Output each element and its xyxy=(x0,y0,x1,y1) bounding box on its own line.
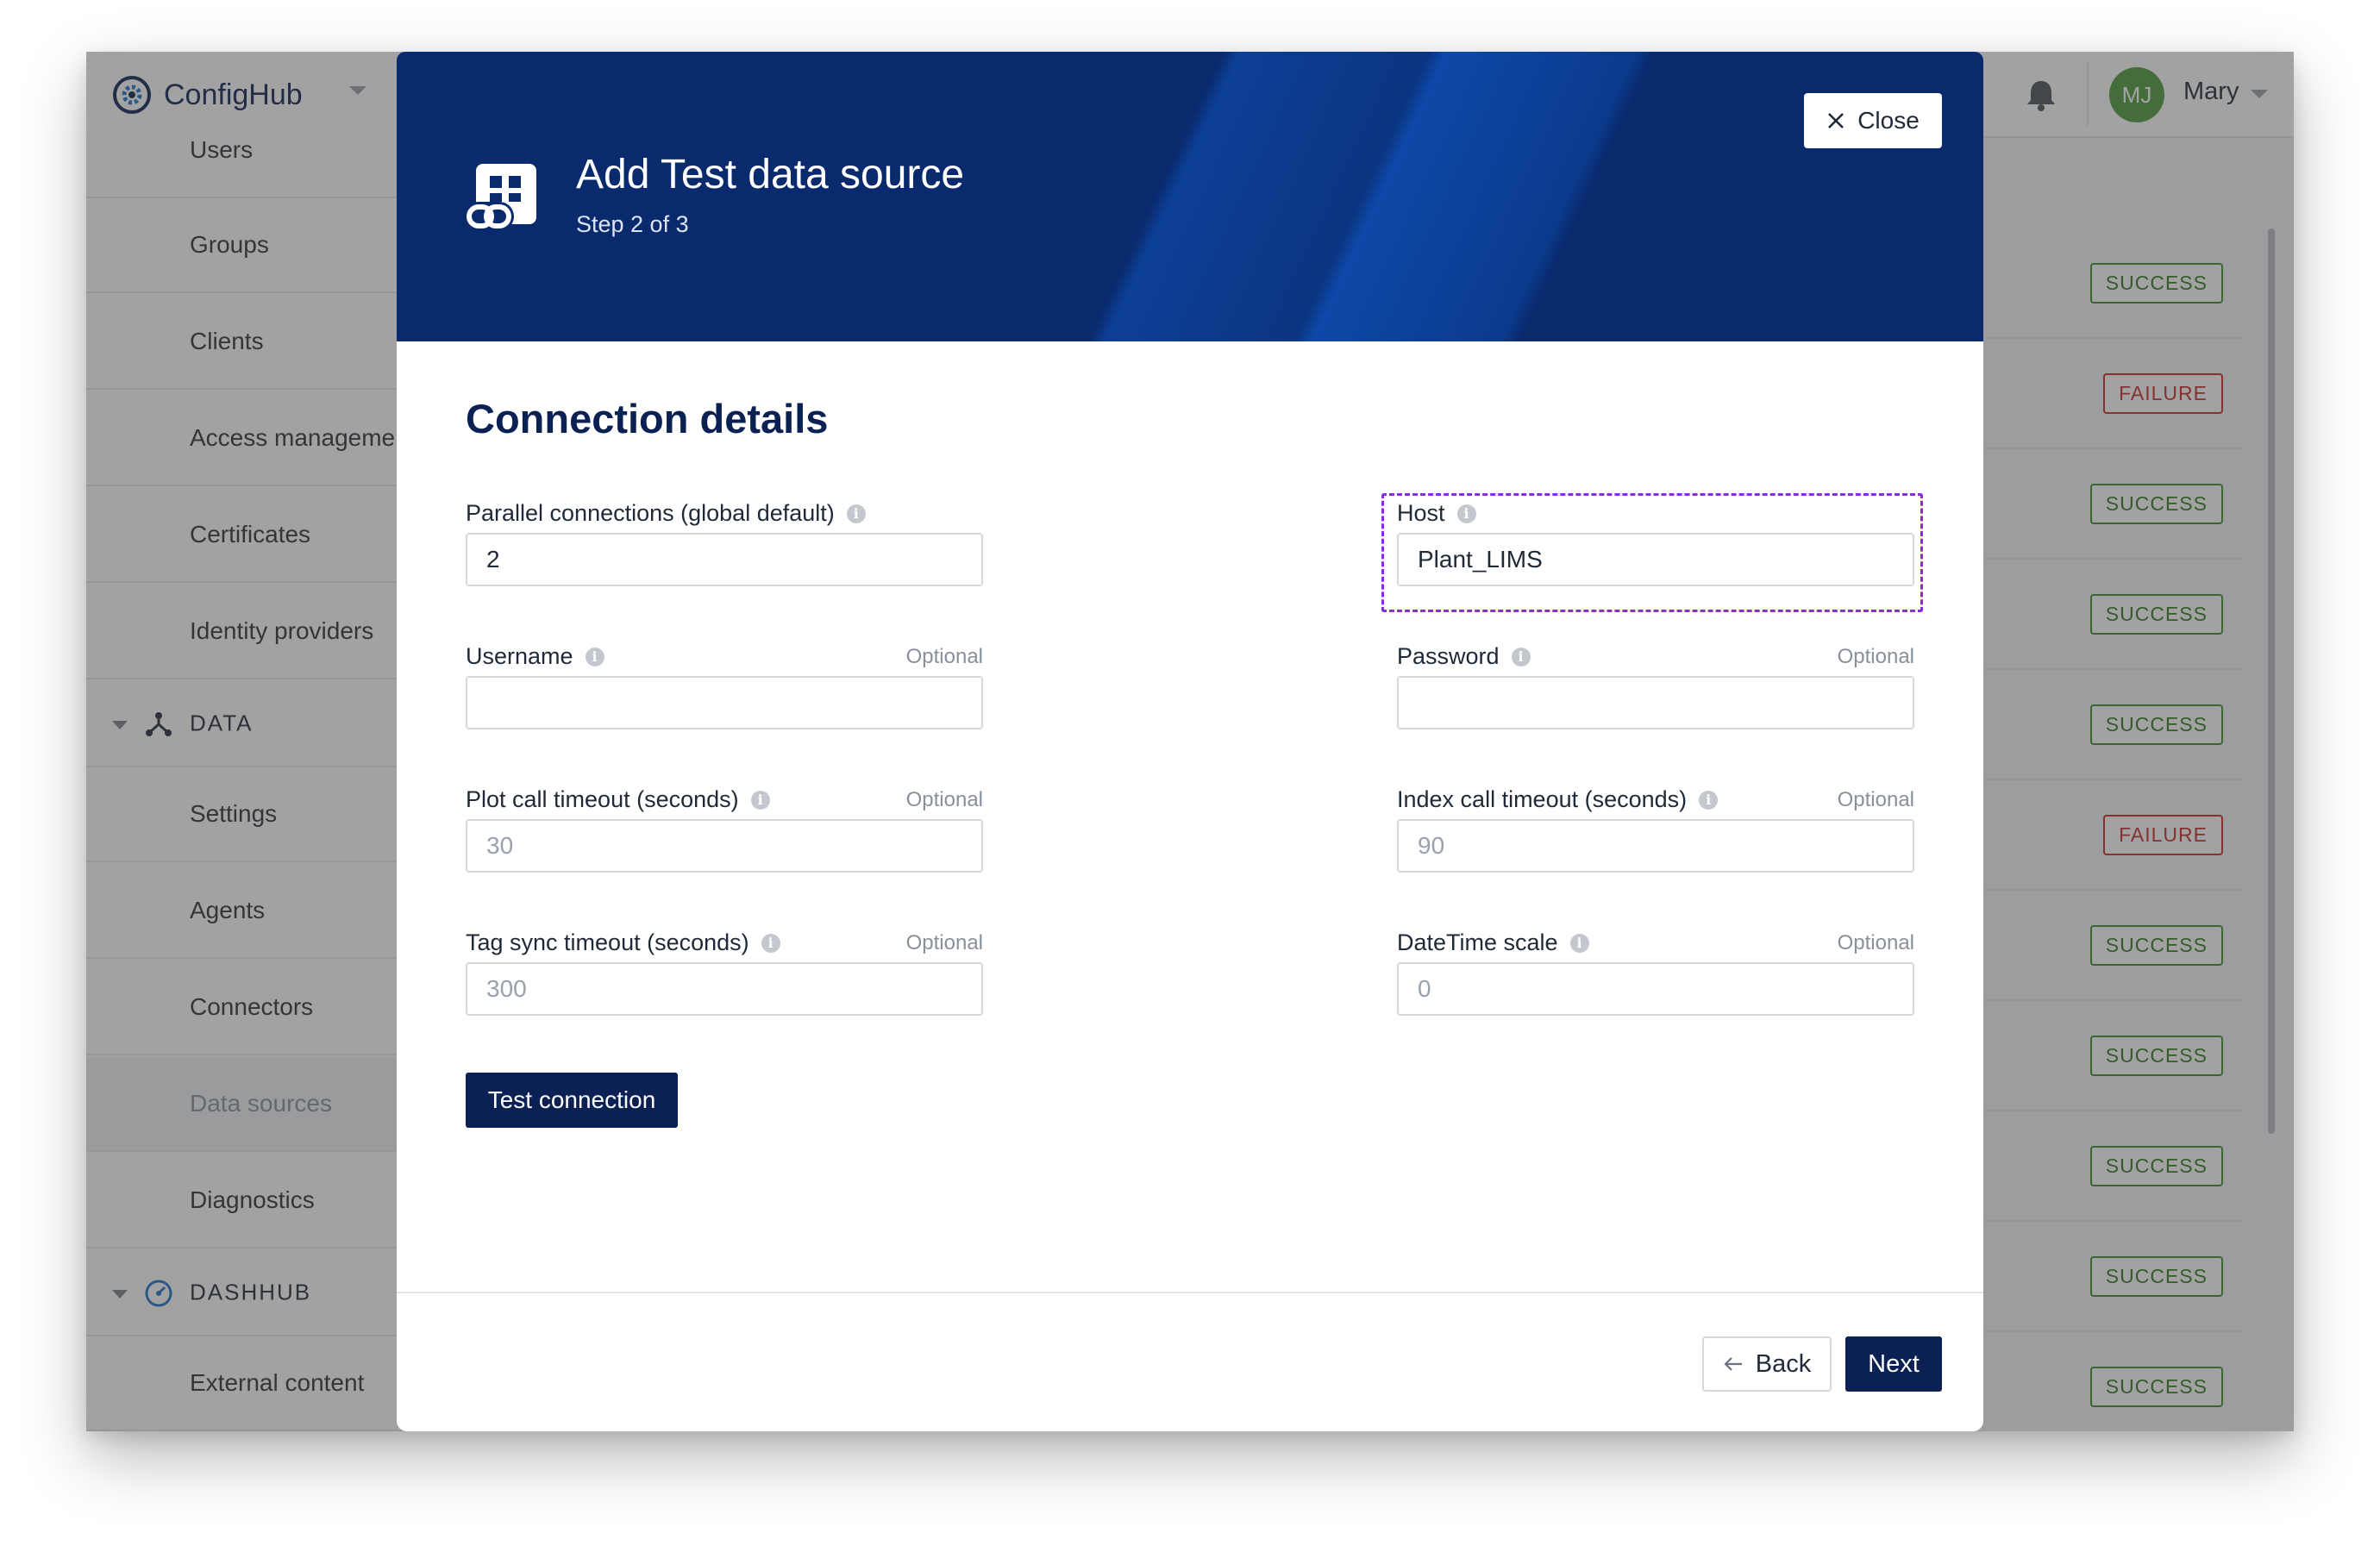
field-label: Tag sync timeout (seconds) i xyxy=(466,929,780,956)
field-label-text: Plot call timeout (seconds) xyxy=(466,786,739,812)
info-icon[interactable]: i xyxy=(1569,933,1589,953)
field-label: Index call timeout (seconds) i xyxy=(1397,786,1719,813)
field-label: Parallel connections (global default) i xyxy=(466,500,866,527)
plot-timeout-field: Plot call timeout (seconds) i Optional 3… xyxy=(466,786,983,873)
close-icon xyxy=(1828,113,1845,128)
field-label-text: Password xyxy=(1397,643,1500,669)
modal-header: Add Test data source Step 2 of 3 Close xyxy=(397,52,1983,341)
info-icon[interactable]: i xyxy=(761,933,780,953)
tag-sync-timeout-field: Tag sync timeout (seconds) i Optional 30… xyxy=(466,929,983,1016)
footer-divider xyxy=(397,1292,1983,1293)
username-input[interactable] xyxy=(466,676,983,729)
arrow-left-icon xyxy=(1724,1357,1742,1371)
index-timeout-input[interactable]: 90 xyxy=(1397,819,1914,873)
field-label: Plot call timeout (seconds) i xyxy=(466,786,770,813)
field-label-text: Index call timeout (seconds) xyxy=(1397,786,1688,812)
optional-hint: Optional xyxy=(1837,788,1914,811)
test-connection-button[interactable]: Test connection xyxy=(466,1073,678,1128)
add-data-source-modal: Add Test data source Step 2 of 3 Close C… xyxy=(397,52,1983,1431)
info-icon[interactable]: i xyxy=(1699,790,1719,810)
plot-timeout-input[interactable]: 30 xyxy=(466,819,983,873)
field-label: DateTime scale i xyxy=(1397,929,1589,956)
host-field: Host i Plant_LIMS xyxy=(1397,500,1914,586)
info-icon[interactable]: i xyxy=(1456,504,1476,523)
optional-hint: Optional xyxy=(1837,931,1914,954)
host-input[interactable]: Plant_LIMS xyxy=(1397,533,1914,586)
field-label-text: Host xyxy=(1397,500,1445,526)
optional-hint: Optional xyxy=(1837,645,1914,668)
section-title: Connection details xyxy=(466,396,829,441)
optional-hint: Optional xyxy=(905,931,983,954)
back-button-label: Back xyxy=(1755,1349,1812,1378)
datetime-scale-input[interactable]: 0 xyxy=(1397,962,1914,1016)
field-label-text: DateTime scale xyxy=(1397,929,1558,955)
password-input[interactable] xyxy=(1397,676,1914,729)
parallel-connections-input[interactable]: 2 xyxy=(466,533,983,586)
index-timeout-field: Index call timeout (seconds) i Optional … xyxy=(1397,786,1914,873)
app-window: ConfigHub MJ Mary Users Groups Clients A… xyxy=(86,52,2294,1431)
optional-hint: Optional xyxy=(905,788,983,811)
username-field: Username i Optional xyxy=(466,643,983,729)
close-button[interactable]: Close xyxy=(1804,93,1942,148)
parallel-connections-field: Parallel connections (global default) i … xyxy=(466,500,983,586)
field-label: Password i xyxy=(1397,643,1531,670)
field-label-text: Username xyxy=(466,643,573,669)
info-icon[interactable]: i xyxy=(846,504,866,523)
field-label: Username i xyxy=(466,643,604,670)
next-button[interactable]: Next xyxy=(1845,1336,1942,1392)
field-label-text: Parallel connections (global default) xyxy=(466,500,835,526)
info-icon[interactable]: i xyxy=(585,647,604,666)
password-field: Password i Optional xyxy=(1397,643,1914,729)
optional-hint: Optional xyxy=(905,645,983,668)
field-label-text: Tag sync timeout (seconds) xyxy=(466,929,749,955)
info-icon[interactable]: i xyxy=(1511,647,1531,666)
modal-title: Add Test data source xyxy=(576,152,965,197)
datetime-scale-field: DateTime scale i Optional 0 xyxy=(1397,929,1914,1016)
info-icon[interactable]: i xyxy=(750,790,770,810)
step-indicator: Step 2 of 3 xyxy=(576,211,689,237)
field-label: Host i xyxy=(1397,500,1476,527)
back-button[interactable]: Back xyxy=(1702,1336,1832,1392)
tag-sync-timeout-input[interactable]: 300 xyxy=(466,962,983,1016)
data-source-link-icon xyxy=(464,164,536,231)
close-button-label: Close xyxy=(1857,107,1920,134)
